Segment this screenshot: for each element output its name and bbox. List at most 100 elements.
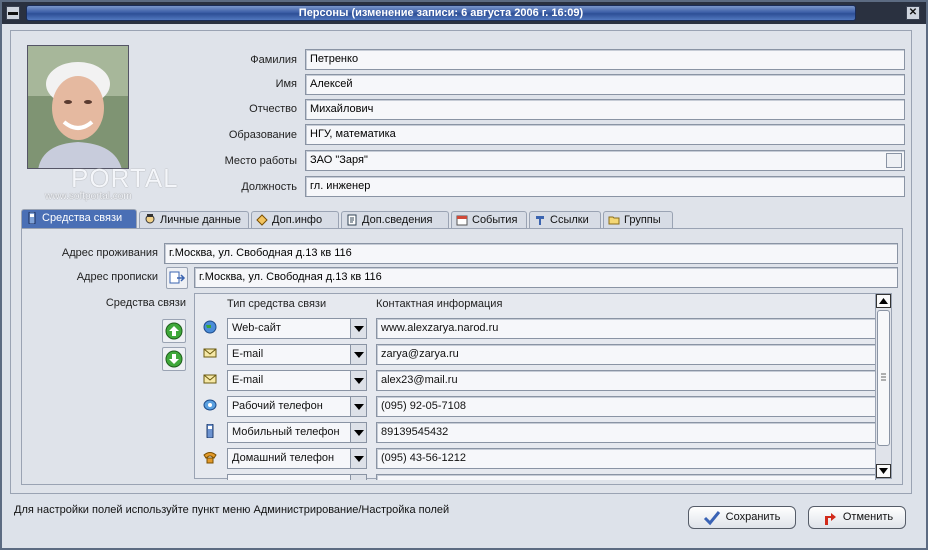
type-select[interactable]: Рабочий телефон — [227, 396, 367, 417]
globe-icon — [203, 320, 217, 334]
surname-field[interactable]: Петренко — [305, 49, 905, 70]
grid-scrollbar[interactable] — [875, 293, 892, 479]
move-up-button[interactable] — [162, 319, 186, 343]
type-select[interactable]: Web-сайт — [227, 318, 367, 339]
folder-icon — [608, 216, 620, 225]
mobile-icon — [206, 424, 214, 438]
position-field[interactable]: гл. инженер — [305, 176, 905, 197]
contact-value-field[interactable]: (095) 43-56-1212 — [376, 448, 876, 469]
workplace-lookup-button[interactable] — [886, 153, 902, 168]
tab-groups[interactable]: Группы — [603, 211, 673, 229]
education-field[interactable]: НГУ, математика — [305, 124, 905, 145]
type-select-value: Рабочий телефон — [232, 400, 323, 412]
tab-events[interactable]: События — [451, 211, 527, 229]
home-phone-icon — [203, 452, 217, 464]
title-bar[interactable]: ▬ Персоны (изменение записи: 6 августа 2… — [2, 2, 926, 24]
checkmark-icon — [703, 511, 721, 526]
move-down-button[interactable] — [162, 347, 186, 371]
type-select[interactable]: Домашний телефон — [227, 448, 367, 469]
surname-label: Фамилия — [250, 54, 297, 66]
document-icon — [347, 214, 357, 226]
tab-personal-data[interactable]: Личные данные — [139, 211, 249, 229]
contact-value-field[interactable]: (095) 92-05-7108 — [376, 396, 876, 417]
envelope-icon — [203, 348, 217, 358]
type-select-value: Мобильный телефон — [232, 426, 340, 438]
contact-value-field[interactable]: www.alexzarya.narod.ru — [376, 318, 876, 339]
type-select[interactable] — [227, 474, 367, 480]
scroll-down-button[interactable] — [876, 464, 891, 478]
type-select[interactable]: Мобильный телефон — [227, 422, 367, 443]
tab-label: Группы — [624, 214, 661, 226]
chevron-down-icon[interactable] — [350, 318, 367, 339]
tab-label: Доп.сведения — [362, 214, 433, 226]
tab-label: Ссылки — [550, 214, 589, 226]
chevron-down-icon[interactable] — [350, 422, 367, 443]
tab-label: Доп.инфо — [272, 214, 323, 226]
contact-value-field[interactable]: 89139545432 — [376, 422, 876, 443]
type-select-value: Домашний телефон — [232, 452, 335, 464]
scroll-up-button[interactable] — [876, 294, 891, 308]
calendar-icon — [456, 215, 468, 226]
communication-means-label: Средства связи — [105, 297, 186, 309]
triangle-down-icon — [879, 468, 888, 474]
window-menu-button[interactable]: ▬ — [6, 6, 20, 20]
chevron-down-icon[interactable] — [350, 448, 367, 469]
communication-grid: Тип средства связи Контактная информация… — [194, 293, 885, 480]
person-photo[interactable] — [27, 45, 129, 169]
watermark: PORTAL www.softportal.com — [11, 163, 191, 211]
save-button[interactable]: Сохранить — [688, 506, 796, 529]
scroll-thumb[interactable] — [877, 310, 890, 446]
residence-address-field[interactable]: г.Москва, ул. Свободная д.13 кв 116 — [164, 243, 898, 264]
chevron-down-icon[interactable] — [350, 370, 367, 391]
copy-address-icon — [169, 271, 186, 284]
copy-address-button[interactable] — [166, 267, 188, 289]
table-row[interactable]: Рабочий телефон (095) 92-05-7108 — [195, 393, 885, 419]
portrait-image — [28, 46, 128, 168]
tab-links[interactable]: Ссылки — [529, 211, 601, 229]
arrow-up-icon — [165, 322, 183, 340]
window-title: Персоны (изменение записи: 6 августа 200… — [26, 5, 856, 21]
workplace-label: Место работы — [224, 155, 297, 167]
form-area: PORTAL www.softportal.com Фамилия Петрен… — [10, 30, 912, 494]
envelope-icon — [203, 374, 217, 384]
grip-icon — [881, 373, 886, 381]
chevron-down-icon[interactable] — [350, 474, 367, 480]
link-icon — [536, 216, 544, 225]
tab-label: Средства связи — [42, 212, 123, 224]
person-edit-window: ▬ Персоны (изменение записи: 6 августа 2… — [0, 0, 928, 550]
info-icon — [256, 214, 268, 226]
contact-value-field[interactable]: alex23@mail.ru — [376, 370, 876, 391]
table-row[interactable]: Web-сайт www.alexzarya.narod.ru — [195, 315, 885, 341]
column-header-info: Контактная информация — [376, 298, 503, 310]
cancel-button[interactable]: Отменить — [808, 506, 906, 529]
watermark-subtext: www.softportal.com — [45, 191, 132, 202]
contact-value-field[interactable] — [376, 474, 876, 480]
name-field[interactable]: Алексей — [305, 74, 905, 95]
close-button[interactable]: ✕ — [906, 6, 920, 20]
triangle-up-icon — [879, 298, 888, 304]
tab-label: События — [472, 214, 518, 226]
tab-additional-details[interactable]: Доп.сведения — [341, 211, 449, 229]
column-header-type: Тип средства связи — [227, 298, 327, 310]
type-select-value: E-mail — [232, 374, 264, 386]
watermark-text: PORTAL — [71, 163, 179, 193]
type-select[interactable]: E-mail — [227, 370, 367, 391]
registration-address-field[interactable]: г.Москва, ул. Свободная д.13 кв 116 — [194, 267, 898, 288]
table-row[interactable]: Мобильный телефон 89139545432 — [195, 419, 885, 445]
tab-communication[interactable]: Средства связи — [21, 209, 137, 229]
patronymic-field[interactable]: Михайлович — [305, 99, 905, 120]
table-row[interactable]: Домашний телефон (095) 43-56-1212 — [195, 445, 885, 471]
table-row[interactable]: E-mail alex23@mail.ru — [195, 367, 885, 393]
chevron-down-icon[interactable] — [350, 344, 367, 365]
type-select-value: Web-сайт — [232, 322, 281, 334]
tab-label: Личные данные — [160, 214, 241, 226]
workplace-field[interactable]: ЗАО "Заря" — [305, 150, 905, 171]
registration-address-label: Адрес прописки — [76, 271, 158, 283]
type-select[interactable]: E-mail — [227, 344, 367, 365]
tab-additional-info[interactable]: Доп.инфо — [251, 211, 339, 229]
table-row[interactable]: E-mail zarya@zarya.ru — [195, 341, 885, 367]
contact-value-field[interactable]: zarya@zarya.ru — [376, 344, 876, 365]
chevron-down-icon[interactable] — [350, 396, 367, 417]
education-label: Образование — [228, 129, 297, 141]
communication-panel: Адрес проживания г.Москва, ул. Свободная… — [21, 228, 903, 485]
